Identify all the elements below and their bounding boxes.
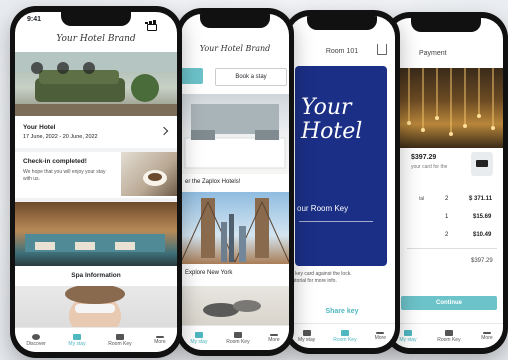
room-key-screen: Room 101 Your Hotel our Room Key e key c… (289, 16, 395, 348)
payment-amount: $397.29 (411, 154, 437, 161)
checkin-text: We hope that you will enjoy your stay wi… (23, 169, 106, 182)
card-divider (299, 221, 373, 222)
row-qty-3: 2 (445, 232, 449, 238)
bedroom-graphic (184, 104, 286, 169)
key-icon (340, 329, 349, 336)
spa-stones-image (181, 286, 289, 326)
payment-total: $397.29 (471, 258, 493, 264)
chandelier-image (389, 68, 503, 148)
sleeping-person-graphic (65, 286, 125, 328)
room-key-card: Your Hotel our Room Key (295, 66, 387, 266)
phone-room-key: Room 101 Your Hotel our Room Key e key c… (284, 10, 400, 354)
share-key-button[interactable]: Share key (289, 308, 395, 315)
tab-more[interactable]: More (154, 335, 166, 345)
key-icon (115, 333, 124, 340)
brooklyn-bridge-image (181, 192, 289, 264)
tab-room-key[interactable]: Room Key (437, 329, 461, 343)
tab-my-stay[interactable]: My stay (399, 329, 417, 343)
tab-more[interactable]: More (268, 333, 280, 343)
card-reader-icon (471, 152, 493, 176)
row-qty-1: 2 (445, 196, 449, 202)
key-icon (444, 329, 453, 336)
status-time: 9:41 (27, 16, 42, 23)
payment-screen: Payment $397.29 your card for the tal 2 … (389, 18, 503, 348)
stones-graphic (203, 300, 261, 317)
tab-more[interactable]: More (375, 331, 386, 341)
coffee-graphic (143, 170, 167, 186)
zaplox-caption: er the Zaplox Hotels! (185, 179, 241, 185)
phone-home: 9:41 Your Hotel Brand Your Hotel 17 June… (10, 6, 182, 358)
spa-pool-image (15, 202, 177, 266)
payment-row-header: tal (419, 196, 425, 202)
share-icon[interactable] (377, 44, 387, 55)
bed-icon (403, 329, 412, 336)
bed-icon (302, 329, 311, 336)
hotel-name: Your Hotel (23, 124, 56, 131)
phone-explore: Your Hotel Brand Book a stay er the Zapl… (176, 8, 294, 356)
chandelier-graphic (407, 68, 495, 136)
coffee-image (121, 152, 177, 196)
battery-icon (147, 24, 157, 31)
sleep-mask-image (15, 286, 177, 328)
signal-icon (145, 17, 165, 31)
row-price-3: $10.49 (473, 232, 492, 238)
tab-room-key[interactable]: Room Key (108, 333, 132, 347)
explore-label: Explore New York (185, 270, 233, 276)
stay-dates: 17 June, 2022 - 20 June, 2022 (23, 134, 98, 140)
continue-button[interactable]: Continue (401, 296, 497, 310)
more-icon (155, 335, 164, 338)
book-stay-button[interactable]: Book a stay (215, 68, 287, 86)
payment-title: Payment (419, 50, 447, 57)
phone-icon[interactable] (57, 62, 69, 74)
discover-icon (32, 333, 41, 340)
tab-bar: My stay Room Key More (181, 325, 289, 350)
bed-icon (194, 331, 203, 338)
tab-more[interactable]: More (481, 331, 493, 341)
chevron-right-icon[interactable] (159, 126, 169, 136)
tab-my-stay[interactable]: My stay (190, 331, 208, 345)
spa-label[interactable]: Spa Information (15, 272, 177, 279)
tab-discover[interactable]: Discover (26, 333, 46, 347)
info-icon[interactable] (83, 62, 95, 74)
chat-icon[interactable] (31, 62, 43, 74)
card-label: our Room Key (297, 204, 349, 213)
bedroom-image (181, 94, 289, 174)
payment-card-text: your card for the (411, 164, 448, 170)
card-brand: Your Hotel (301, 95, 363, 144)
pool-graphic (25, 234, 165, 252)
more-icon (482, 331, 491, 334)
tab-bar: My stay Room Key More (389, 323, 503, 348)
tab-bar: My stay Room Key More (289, 323, 395, 348)
more-icon (376, 331, 385, 334)
tab-room-key[interactable]: Room Key (226, 331, 250, 345)
row-qty-2: 1 (445, 214, 449, 220)
bed-icon (73, 333, 82, 340)
checkin-title: Check-in completed! (23, 158, 87, 165)
instruction-text-1: e key card against the lock. (291, 271, 352, 277)
tab-my-stay[interactable]: My stay (68, 333, 86, 347)
more-icon (269, 333, 278, 336)
bridge-graphic (181, 198, 289, 263)
brand-logo: Your Hotel Brand (56, 34, 136, 44)
phone-payment: Payment $397.29 your card for the tal 2 … (384, 12, 508, 354)
explore-screen: Your Hotel Brand Book a stay er the Zapl… (181, 14, 289, 350)
tab-bar: Discover My stay Room Key More (15, 327, 177, 352)
row-price-1: $ 371.11 (469, 196, 493, 202)
row-price-2: $15.69 (473, 214, 492, 220)
brand-logo: Your Hotel Brand (199, 44, 271, 53)
teal-tab-button[interactable] (181, 68, 203, 84)
tab-my-stay[interactable]: My stay (298, 329, 315, 343)
instruction-text-2: tutorial for more info. (291, 278, 337, 284)
divider (407, 248, 497, 249)
tab-room-key[interactable]: Room Key (333, 329, 357, 343)
home-screen: 9:41 Your Hotel Brand Your Hotel 17 June… (15, 12, 177, 352)
key-icon (233, 331, 242, 338)
